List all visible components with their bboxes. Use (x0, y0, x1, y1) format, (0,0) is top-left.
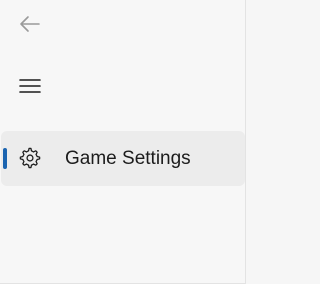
arrow-left-icon (20, 16, 40, 32)
hamburger-menu-icon (19, 79, 41, 93)
gear-icon (19, 147, 41, 169)
menu-toggle-button[interactable] (12, 68, 48, 104)
back-button[interactable] (12, 8, 48, 40)
nav-item-game-settings[interactable]: Game Settings (1, 131, 245, 186)
selection-indicator (3, 148, 7, 169)
navigation-pane: Game Settings (0, 0, 246, 284)
nav-item-label: Game Settings (65, 148, 191, 169)
